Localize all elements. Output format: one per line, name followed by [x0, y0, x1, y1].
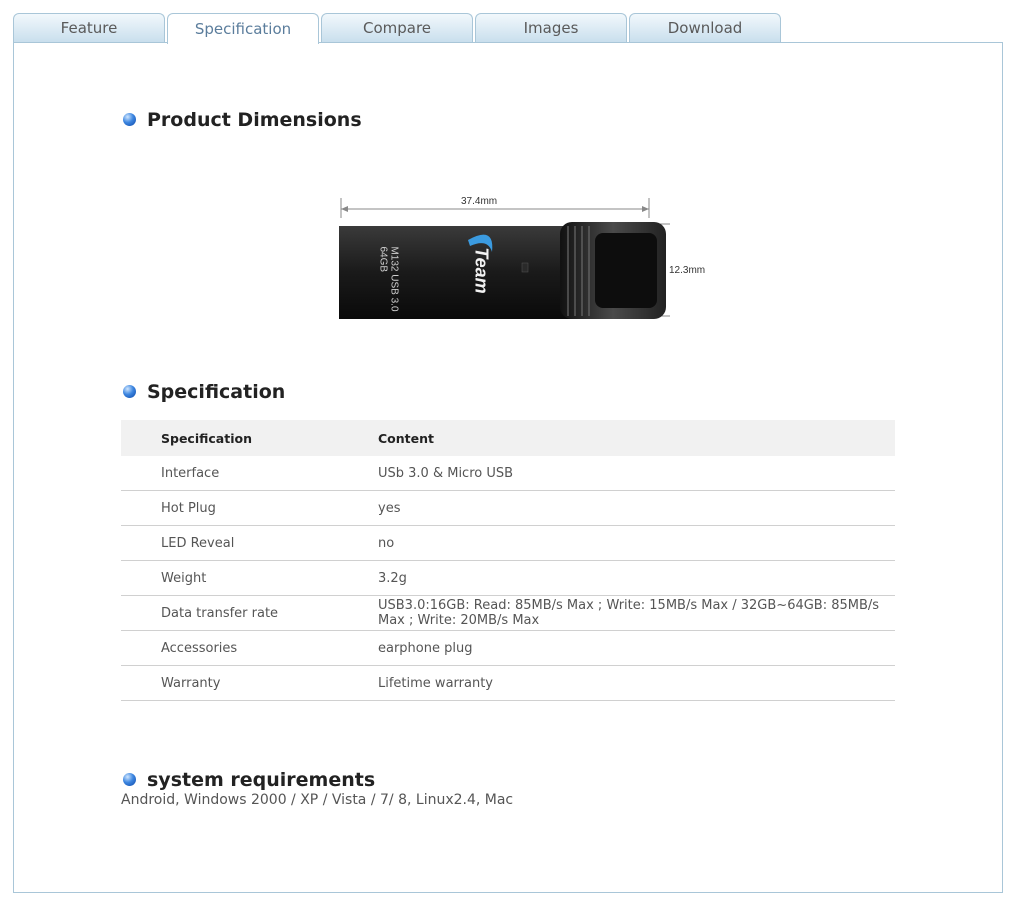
device-print-capacity: 64GB [377, 246, 389, 273]
table-row: Warranty Lifetime warranty [121, 665, 895, 701]
spec-value: no [378, 525, 895, 561]
bullet-icon [123, 385, 136, 398]
brand-logo: Team [471, 247, 492, 294]
spec-value: earphone plug [378, 630, 895, 666]
spec-value: USb 3.0 & Micro USB [378, 456, 895, 491]
spec-name: Warranty [121, 665, 378, 701]
height-dimension-label: 12.3mm [669, 265, 706, 276]
header-content: Content [378, 420, 895, 456]
table-row: Interface USb 3.0 & Micro USB [121, 456, 895, 491]
tab-download[interactable]: Download [629, 13, 781, 42]
spec-value: 3.2g [378, 560, 895, 596]
spec-name: Data transfer rate [121, 595, 378, 631]
table-row: LED Reveal no [121, 525, 895, 561]
dimensions-heading: Product Dimensions [147, 109, 362, 131]
system-requirements-text: Android, Windows 2000 / XP / Vista / 7/ … [121, 792, 514, 808]
table-row: Accessories earphone plug [121, 630, 895, 666]
spec-value: yes [378, 490, 895, 526]
spec-name: LED Reveal [121, 525, 378, 561]
device-print-model: M132 USB 3.0 [388, 246, 400, 312]
spec-name: Weight [121, 560, 378, 596]
table-row: Hot Plug yes [121, 490, 895, 526]
spec-table: Specification Content Interface USb 3.0 … [121, 420, 895, 701]
bullet-icon [123, 773, 136, 786]
product-dimensions-figure: 37.4mm 12.3mm Team M132 USB 3.0 64GB [330, 190, 750, 330]
tab-compare[interactable]: Compare [321, 13, 473, 42]
tab-images[interactable]: Images [475, 13, 627, 42]
tab-specification[interactable]: Specification [167, 13, 319, 44]
bullet-icon [123, 113, 136, 126]
spec-table-header: Specification Content [121, 420, 895, 456]
table-row: Weight 3.2g [121, 560, 895, 596]
tab-feature[interactable]: Feature [13, 13, 165, 42]
spec-name: Accessories [121, 630, 378, 666]
table-row: Data transfer rate USB3.0:16GB: Read: 85… [121, 595, 895, 631]
specification-heading: Specification [147, 381, 286, 403]
spec-value: Lifetime warranty [378, 665, 895, 701]
spec-name: Interface [121, 456, 378, 491]
width-dimension-label: 37.4mm [461, 196, 498, 207]
spec-name: Hot Plug [121, 490, 378, 526]
header-specification: Specification [121, 420, 378, 456]
device-print: M132 USB 3.0 64GB [378, 246, 400, 311]
spec-value: USB3.0:16GB: Read: 85MB/s Max ; Write: 1… [378, 595, 895, 631]
system-requirements-heading: system requirements [147, 769, 376, 791]
